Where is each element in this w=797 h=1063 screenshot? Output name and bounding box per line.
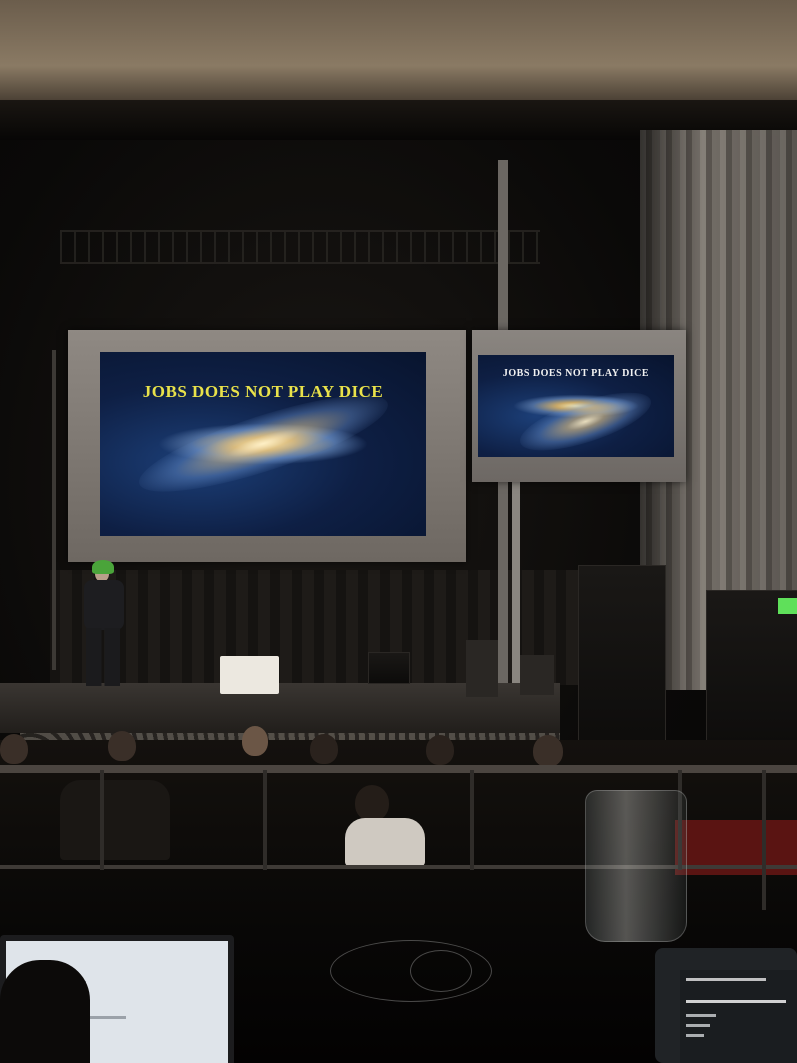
audience-head	[0, 734, 28, 764]
code-line	[686, 978, 766, 981]
audience-shirt	[345, 818, 425, 866]
table	[368, 652, 410, 684]
conference-hall-photo: JOBS DOES NOT PLAY DICE JOBS DOES NOT PL…	[0, 0, 797, 1063]
foreground-shoulder	[0, 960, 90, 1063]
speaker-stack	[578, 565, 666, 767]
water-pitcher	[585, 790, 687, 942]
stage-light	[466, 640, 498, 697]
audience-head	[242, 726, 268, 756]
audience-head	[310, 734, 338, 764]
main-slide-title: JOBS DOES NOT PLAY DICE	[142, 382, 384, 401]
laptop-right-screen	[680, 970, 797, 1063]
ceiling	[0, 0, 797, 110]
left-truss-pole	[52, 350, 56, 670]
code-line	[686, 1014, 716, 1017]
rail-post	[263, 770, 267, 870]
rail-post	[762, 770, 766, 910]
stage-light-2	[520, 655, 554, 695]
screen-support-pole	[512, 480, 520, 695]
audience-head	[355, 785, 389, 821]
speaker-body	[84, 580, 124, 630]
lighting-truss	[60, 230, 540, 264]
audience-head	[533, 735, 563, 767]
green-hat	[92, 560, 114, 574]
code-line	[686, 1034, 704, 1037]
audience-head	[426, 735, 454, 765]
side-slide: JOBS DOES NOT PLAY DICE	[478, 355, 674, 457]
side-galaxy-image	[514, 380, 658, 457]
exit-sign	[778, 598, 797, 614]
rail-post	[100, 770, 104, 870]
side-slide-title: JOBS DOES NOT PLAY DICE	[502, 368, 650, 379]
stage-monitor	[220, 656, 279, 694]
speaker-legs	[86, 628, 120, 686]
audience-body	[60, 780, 170, 860]
cable	[410, 950, 472, 992]
code-line	[686, 1024, 710, 1027]
rail-post	[470, 770, 474, 870]
main-slide: JOBS DOES NOT PLAY DICE	[100, 352, 426, 536]
audience-head	[108, 731, 136, 761]
code-line	[686, 1000, 786, 1003]
